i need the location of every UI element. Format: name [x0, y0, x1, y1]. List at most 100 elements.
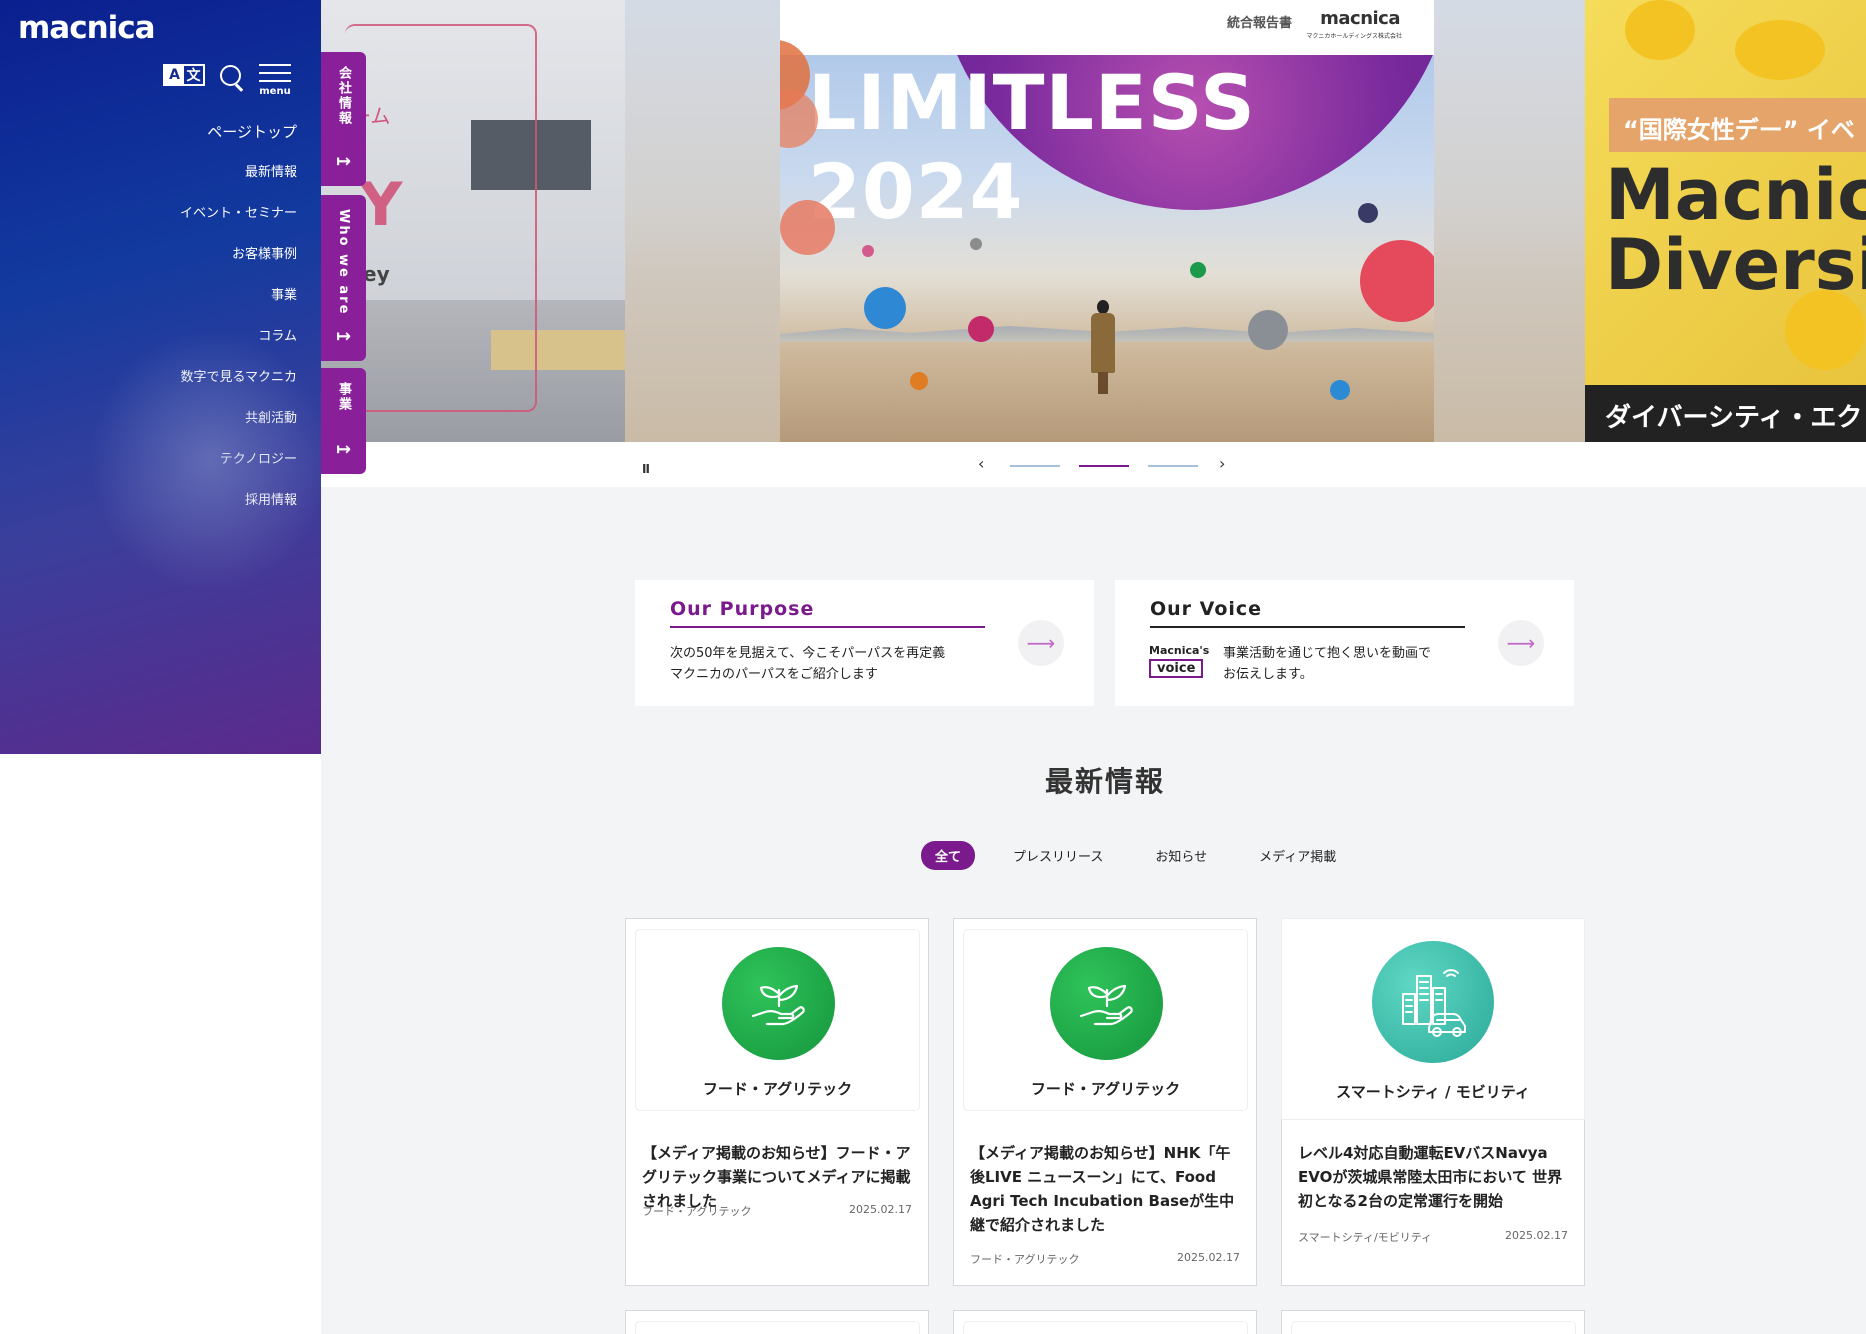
- sidebar-item-numbers[interactable]: 数字で見るマクニカ: [180, 368, 297, 409]
- news-card[interactable]: フード・アグリテック 【メディア掲載のお知らせ】フード・アグリテック事業について…: [625, 918, 929, 1286]
- news-card[interactable]: [953, 1310, 1257, 1334]
- tab-business[interactable]: 事業 ↦: [321, 368, 366, 474]
- smart-city-icon: [1372, 941, 1494, 1063]
- mimosa-flower: [1625, 0, 1695, 60]
- news-card[interactable]: [1281, 1310, 1585, 1334]
- news-filter-tabs: 全て プレスリリース お知らせ メディア掲載: [921, 841, 1350, 870]
- news-category: スマートシティ/モビリティ: [1298, 1231, 1433, 1244]
- floating-ball: [1248, 310, 1288, 350]
- slide-previous[interactable]: ーム Y ey: [321, 0, 625, 442]
- filter-press-release[interactable]: プレスリリース: [999, 841, 1117, 870]
- slide-current[interactable]: 統合報告書 macnica マクニカホールディングス株式会社 LIMITLESS…: [625, 0, 1585, 442]
- floating-ball: [780, 200, 835, 255]
- news-category: フード・アグリテック: [970, 1253, 1080, 1266]
- slide-diversity-band: ダイバーシティ・エク: [1585, 385, 1866, 442]
- sidebar: macnica A 文 menu ページトップ 最新情報 イベント・セミナー お…: [0, 0, 330, 754]
- menu-button[interactable]: menu: [259, 64, 291, 97]
- chevron-left-icon[interactable]: ‹: [978, 454, 984, 473]
- slide-indicator[interactable]: [1010, 465, 1060, 467]
- news-title: 【メディア掲載のお知らせ】NHK「午後LIVE ニュースーン」にて、Food A…: [970, 1144, 1235, 1234]
- sidebar-item-co-creation[interactable]: 共創活動: [180, 409, 297, 450]
- poster-brand-sub: マクニカホールディングス株式会社: [1306, 33, 1402, 40]
- arrow-right-icon[interactable]: ⟶: [1018, 620, 1064, 666]
- poster-top-bar: 統合報告書 macnica マクニカホールディングス株式会社: [780, 0, 1434, 55]
- news-category: フード・アグリテック: [642, 1205, 752, 1218]
- sidebar-item-business[interactable]: 事業: [180, 286, 297, 327]
- floating-ball: [910, 372, 928, 390]
- news-meta: フード・アグリテック 2025.02.17: [970, 1251, 1240, 1267]
- search-icon[interactable]: [219, 64, 245, 90]
- news-thumbnail: [964, 1322, 1247, 1334]
- news-card[interactable]: フード・アグリテック 【メディア掲載のお知らせ】NHK「午後LIVE ニュースー…: [953, 918, 1257, 1286]
- mimosa-flower: [1735, 20, 1825, 80]
- news-date: 2025.02.17: [1505, 1229, 1568, 1242]
- arrow-right-icon: ↦: [335, 326, 352, 347]
- tab-company-info[interactable]: 会社情報 ↦: [321, 52, 366, 186]
- tab-who-we-are[interactable]: Who we are ↦: [321, 195, 366, 361]
- arrow-right-icon: ↦: [335, 151, 352, 172]
- chevron-right-icon[interactable]: ›: [1219, 454, 1225, 473]
- our-voice-card[interactable]: Our Voice Macnica's voice 事業活動を通じて抱く思いを動…: [1115, 580, 1574, 706]
- floating-ball: [1360, 240, 1434, 322]
- voice-badge-bottom: voice: [1149, 659, 1204, 678]
- filter-notice[interactable]: お知らせ: [1141, 841, 1221, 870]
- news-date: 2025.02.17: [1177, 1251, 1240, 1264]
- tab-label: 事業: [336, 382, 351, 412]
- sidebar-item-events[interactable]: イベント・セミナー: [180, 204, 297, 245]
- report-label: 統合報告書: [1226, 16, 1292, 31]
- filter-media[interactable]: メディア掲載: [1245, 841, 1350, 870]
- news-thumbnail: スマートシティ / モビリティ: [1282, 919, 1584, 1119]
- macnica-logo[interactable]: macnica: [18, 10, 156, 46]
- slide-diversity-heading: Macnic Diversit: [1605, 154, 1866, 306]
- slide-text-fragment: ey: [363, 262, 390, 286]
- sidebar-item-careers[interactable]: 採用情報: [180, 491, 297, 532]
- slide-next[interactable]: “国際女性デー” イベ Macnic Diversit ダイバーシティ・エク: [1585, 0, 1866, 442]
- slide-blur-right: [1430, 0, 1585, 442]
- hero-slider: ーム Y ey 統合報告書 macnica マクニカホールディングス株式会社 L…: [321, 0, 1866, 442]
- figure-head: [1097, 300, 1109, 314]
- floating-ball: [970, 238, 982, 250]
- arrow-right-icon[interactable]: ⟶: [1498, 620, 1544, 666]
- macnicas-voice-logo: Macnica's voice: [1149, 644, 1209, 686]
- slide-indicator[interactable]: [1148, 465, 1198, 467]
- floating-ball: [1330, 380, 1350, 400]
- figure-body: [1091, 313, 1115, 373]
- tab-label: Who we are: [336, 209, 351, 316]
- card-title: Our Voice: [1150, 598, 1465, 628]
- hamburger-line: [259, 80, 291, 82]
- desc-line: お伝えします。: [1223, 667, 1313, 682]
- news-title: レベル4対応自動運転EVバスNavya EVOが茨城県常陸太田市において 世界初…: [1298, 1144, 1563, 1210]
- integrated-report-poster: 統合報告書 macnica マクニカホールディングス株式会社 LIMITLESS…: [780, 0, 1434, 442]
- plant-hand-icon: [722, 947, 835, 1060]
- sidebar-item-news[interactable]: 最新情報: [180, 163, 297, 204]
- news-card[interactable]: [625, 1310, 929, 1334]
- sidebar-item-column[interactable]: コラム: [180, 327, 297, 368]
- language-toggle-icon[interactable]: A 文: [163, 64, 205, 86]
- sidebar-item-technology[interactable]: テクノロジー: [180, 450, 297, 491]
- floating-ball: [862, 245, 874, 257]
- news-section-title: 最新情報: [1045, 765, 1166, 798]
- card-title: Our Purpose: [670, 598, 985, 628]
- slider-controls: II ‹ ›: [321, 442, 1866, 487]
- slide-event-pill: “国際女性デー” イベ: [1609, 98, 1866, 152]
- card-description: 事業活動を通じて抱く思いを動画で お伝えします。: [1223, 643, 1431, 685]
- floating-ball: [1358, 203, 1378, 223]
- filter-all[interactable]: 全て: [921, 841, 976, 870]
- news-date: 2025.02.17: [849, 1203, 912, 1216]
- pause-icon[interactable]: II: [642, 462, 650, 476]
- sidebar-item-case-studies[interactable]: お客様事例: [180, 245, 297, 286]
- floating-ball: [864, 287, 906, 329]
- news-thumbnail: [1292, 1322, 1575, 1334]
- header-tools: A 文 menu: [163, 64, 291, 97]
- sidebar-item-page-top[interactable]: ページトップ: [180, 122, 297, 163]
- menu-label: menu: [259, 86, 291, 97]
- sidebar-bottom-blank: [0, 754, 321, 1334]
- tab-label: 会社情報: [336, 66, 351, 126]
- plant-hand-icon: [1050, 947, 1163, 1060]
- slide-indicator-active[interactable]: [1079, 465, 1129, 467]
- our-purpose-card[interactable]: Our Purpose 次の50年を見据えて、今こそパーパスを再定義 マクニカの…: [635, 580, 1094, 706]
- floating-ball: [968, 316, 994, 342]
- floating-ball: [1190, 262, 1206, 278]
- hamburger-line: [259, 64, 291, 66]
- news-card[interactable]: スマートシティ / モビリティ レベル4対応自動運転EVバスNavya EVOが…: [1281, 918, 1585, 1286]
